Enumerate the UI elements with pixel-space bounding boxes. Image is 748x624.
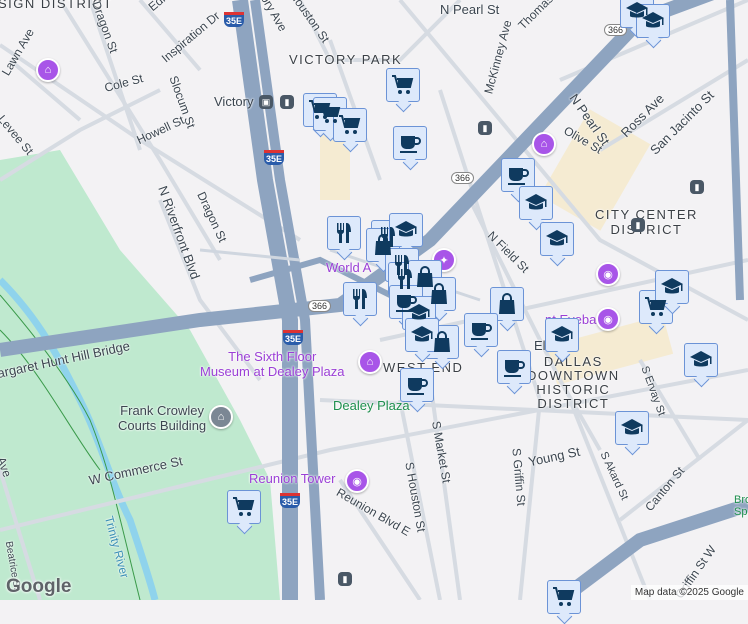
park-label: Bro Sp <box>734 494 748 518</box>
highway-shield: 366 <box>451 172 475 184</box>
interstate-shield: 35E <box>280 493 301 508</box>
museum-icon[interactable]: ⌂ <box>36 58 60 82</box>
bag-marker[interactable] <box>490 287 524 321</box>
tram-icon: ▮ <box>338 572 352 586</box>
school-icon <box>641 9 665 33</box>
museum-icon[interactable]: ⌂ <box>532 132 556 156</box>
district-label: CITY CENTER DISTRICT <box>595 207 698 237</box>
tram-icon: ▮ <box>690 180 704 194</box>
school-marker[interactable] <box>389 213 423 247</box>
park-label[interactable]: Dealey Plaza <box>333 398 410 413</box>
camera-icon[interactable]: ◉ <box>596 262 620 286</box>
tram-icon: ▮ <box>631 218 645 232</box>
coffee-icon <box>502 355 526 379</box>
school-icon <box>524 191 548 215</box>
coffee-marker[interactable] <box>400 368 434 402</box>
interstate-shield: 35E <box>283 330 304 345</box>
cart-marker[interactable] <box>547 580 581 614</box>
coffee-icon <box>405 373 429 397</box>
cart-marker[interactable] <box>333 108 367 142</box>
school-marker[interactable] <box>405 318 439 352</box>
map-attribution[interactable]: Map data ©2025 Google <box>630 585 748 600</box>
poi-label[interactable]: Frank Crowley Courts Building <box>118 403 206 433</box>
restaurant-marker[interactable] <box>343 282 377 316</box>
school-icon <box>410 323 434 347</box>
street-label: N Pearl St <box>440 2 500 17</box>
restaurant-icon <box>348 287 372 311</box>
school-marker[interactable] <box>684 343 718 377</box>
museum-icon[interactable]: ⌂ <box>358 350 382 374</box>
coffee-icon <box>469 318 493 342</box>
cart-icon <box>391 73 415 97</box>
school-marker[interactable] <box>636 4 670 38</box>
school-icon <box>394 218 418 242</box>
tram-icon: ▮ <box>478 121 492 135</box>
cart-icon <box>232 495 256 519</box>
restaurant-marker[interactable] <box>327 216 361 250</box>
courthouse-icon[interactable]: ⌂ <box>209 405 233 429</box>
coffee-marker[interactable] <box>393 126 427 160</box>
coffee-marker[interactable] <box>464 313 498 347</box>
camera-icon[interactable]: ◉ <box>345 469 369 493</box>
bag-icon <box>495 292 519 316</box>
school-icon <box>550 323 574 347</box>
cart-icon <box>552 585 576 609</box>
school-marker[interactable] <box>615 411 649 445</box>
school-marker[interactable] <box>519 186 553 220</box>
train-icon: ▣ <box>259 95 273 109</box>
poi-label[interactable]: Reunion Tower <box>249 471 335 486</box>
interstate-shield: 35E <box>264 150 285 165</box>
cart-marker[interactable] <box>386 68 420 102</box>
coffee-marker[interactable] <box>501 158 535 192</box>
district-label: DALLAS DOWNTOWN HISTORIC DISTRICT <box>527 354 620 411</box>
school-icon <box>660 275 684 299</box>
poi-label[interactable]: The Sixth Floor Museum at Dealey Plaza <box>200 349 345 379</box>
school-icon <box>545 227 569 251</box>
school-marker[interactable] <box>540 222 574 256</box>
district-label: VICTORY PARK <box>289 52 403 67</box>
poi-label[interactable]: World A <box>326 260 371 275</box>
cart-marker[interactable] <box>227 490 261 524</box>
school-icon <box>407 301 431 325</box>
school-marker[interactable] <box>545 318 579 352</box>
coffee-marker[interactable] <box>497 350 531 384</box>
restaurant-icon <box>332 221 356 245</box>
school-icon <box>620 416 644 440</box>
transit-station-label[interactable]: Victory <box>214 94 254 109</box>
coffee-icon <box>506 163 530 187</box>
tram-icon: ▮ <box>280 95 294 109</box>
interstate-shield: 35E <box>224 12 245 27</box>
school-icon <box>689 348 713 372</box>
cart-icon <box>338 113 362 137</box>
school-marker[interactable] <box>655 270 689 304</box>
coffee-icon <box>398 131 422 155</box>
highway-shield: 366 <box>308 300 332 312</box>
camera-icon[interactable]: ◉ <box>596 307 620 331</box>
google-logo[interactable]: Google <box>6 576 71 598</box>
